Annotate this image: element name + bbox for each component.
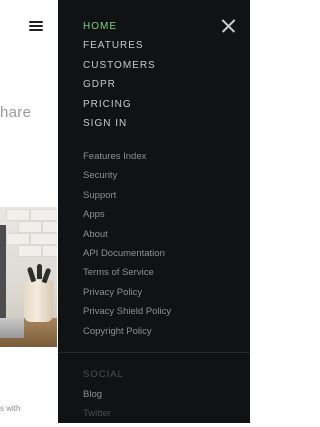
link-api-documentation[interactable]: API Documentation — [83, 247, 171, 266]
link-about[interactable]: About — [83, 228, 171, 247]
social-links: Blog Twitter — [83, 388, 111, 427]
link-security[interactable]: Security — [83, 169, 171, 188]
laptop-base — [0, 318, 24, 338]
nav-item-customers[interactable]: CUSTOMERS — [83, 59, 156, 78]
navigation-menu: HOME FEATURES CUSTOMERS GDPR PRICING SIG… — [58, 0, 250, 423]
nav-item-home[interactable]: HOME — [83, 20, 156, 39]
nav-item-features[interactable]: FEATURES — [83, 39, 156, 58]
link-features-index[interactable]: Features Index — [83, 150, 171, 169]
link-support[interactable]: Support — [83, 189, 171, 208]
link-blog[interactable]: Blog — [83, 388, 111, 407]
link-apps[interactable]: Apps — [83, 208, 171, 227]
link-copyright-policy[interactable]: Copyright Policy — [83, 325, 171, 344]
close-icon[interactable] — [221, 18, 236, 33]
hero-text-fragment: hare — [0, 104, 32, 121]
nav-item-pricing[interactable]: PRICING — [83, 98, 156, 117]
primary-nav: HOME FEATURES CUSTOMERS GDPR PRICING SIG… — [83, 20, 156, 136]
nav-item-gdpr[interactable]: GDPR — [83, 78, 156, 97]
plant-pot — [24, 280, 53, 322]
link-privacy-policy[interactable]: Privacy Policy — [83, 286, 171, 305]
link-privacy-shield-policy[interactable]: Privacy Shield Policy — [83, 305, 171, 324]
menu-divider — [58, 352, 250, 353]
link-terms-of-service[interactable]: Terms of Service — [83, 266, 171, 285]
social-heading: SOCIAL — [83, 369, 124, 380]
hamburger-icon[interactable] — [29, 20, 43, 32]
plant-leaf — [37, 264, 42, 279]
nav-item-sign-in[interactable]: SIGN IN — [83, 117, 156, 136]
link-twitter[interactable]: Twitter — [83, 407, 111, 426]
footer-text-fragment: s with — [0, 404, 21, 413]
secondary-nav: Features Index Security Support Apps Abo… — [83, 150, 171, 344]
